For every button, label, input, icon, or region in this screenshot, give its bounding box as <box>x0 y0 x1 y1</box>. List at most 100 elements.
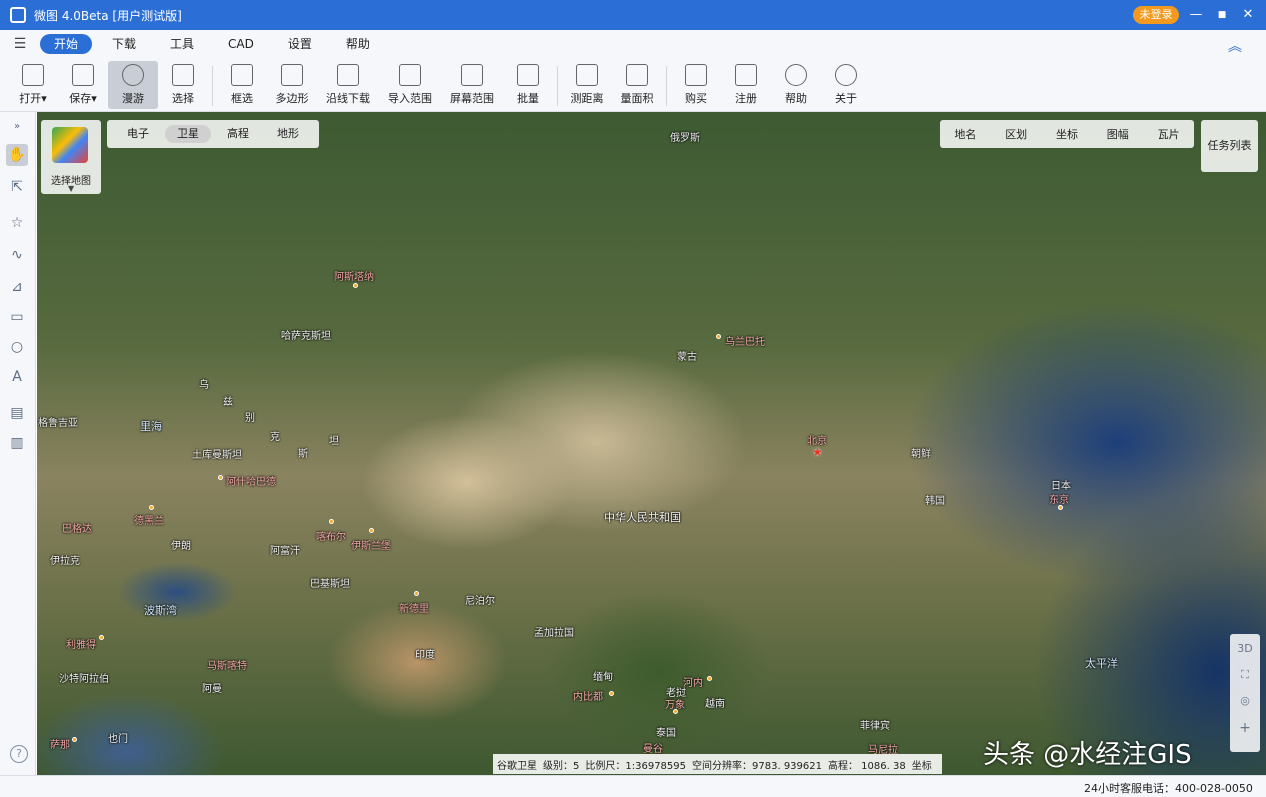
overlay-tab-boundaries[interactable]: 区划 <box>1005 126 1027 142</box>
about-button[interactable]: 关于 <box>821 61 871 109</box>
place-label: 越南 <box>705 699 725 710</box>
overlay-tab-coordinates[interactable]: 坐标 <box>1056 126 1078 142</box>
layer-tab-satellite[interactable]: 卫星 <box>165 125 211 143</box>
circle-draw-icon[interactable]: ○ <box>6 336 28 358</box>
map-type-selector[interactable]: 选择地图 ▼ <box>41 120 101 194</box>
city-dot <box>99 635 104 640</box>
city-dot <box>1058 505 1063 510</box>
cursor-icon[interactable]: ⇱ <box>6 176 28 198</box>
toolbar-separator <box>666 66 667 106</box>
locate-icon[interactable]: ◎ <box>1230 694 1260 707</box>
left-toolbar: » ✋ ⇱ ☆ ∿ ⊿ ▭ ○ A ▤ ▥ <box>0 112 36 775</box>
menu-bar: ☰ 开始 下载 工具 CAD 设置 帮助 <box>0 30 1266 58</box>
layer-tabs: 电子 卫星 高程 地形 <box>107 120 319 148</box>
rectangle-draw-icon[interactable]: ▭ <box>6 306 28 328</box>
save-button[interactable]: 保存▾ <box>58 61 108 109</box>
place-label: 蒙古 <box>677 352 697 363</box>
hand-icon[interactable]: ✋ <box>6 144 28 166</box>
zoom-in-button[interactable]: + <box>1230 720 1260 736</box>
menu-cad[interactable]: CAD <box>214 34 268 54</box>
register-button[interactable]: 注册 <box>721 61 771 109</box>
measure-area-button[interactable]: 量面积 <box>612 61 662 109</box>
status-scale: 比例尺：1:36978595 <box>585 760 687 772</box>
toolbar-separator <box>557 66 558 106</box>
place-label: 巴格达 <box>62 524 92 535</box>
folder-icon <box>22 64 44 86</box>
place-label: 利雅得 <box>66 640 96 651</box>
menu-settings[interactable]: 设置 <box>274 34 326 54</box>
maximize-button[interactable]: ■ <box>1212 5 1232 25</box>
close-button[interactable]: ✕ <box>1238 5 1258 25</box>
pan-button[interactable]: 漫游 <box>108 61 158 109</box>
place-label: 哈萨克斯坦 <box>281 331 331 342</box>
status-coordinate: 坐标 <box>911 760 932 772</box>
title-bar: 微图 4.0Beta [用户测试版] 未登录 — ■ ✕ <box>0 0 1266 30</box>
area-draw-icon[interactable]: ⊿ <box>6 276 28 298</box>
ruler-icon <box>576 64 598 86</box>
line-download-button[interactable]: 沿线下载 <box>317 61 379 109</box>
city-dot <box>329 519 334 524</box>
measure-distance-button[interactable]: 测距离 <box>562 61 612 109</box>
hamburger-menu-icon[interactable]: ☰ <box>0 36 40 52</box>
text-draw-icon[interactable]: A <box>6 366 28 388</box>
login-button[interactable]: 未登录 <box>1133 6 1179 24</box>
toolbar: 打开▾ 保存▾ 漫游 选择 框选 多边形 沿线下载 导入范围 屏幕范围 批量 测… <box>0 58 1266 112</box>
menu-tools[interactable]: 工具 <box>156 34 208 54</box>
place-label: 朝鲜 <box>911 449 931 460</box>
layer-tab-electronic[interactable]: 电子 <box>115 125 161 143</box>
buy-button[interactable]: 购买 <box>671 61 721 109</box>
overlay-tab-sheets[interactable]: 图幅 <box>1107 126 1129 142</box>
place-label: 也门 <box>108 734 128 745</box>
collapse-ribbon-icon[interactable]: ︽ <box>1228 36 1242 56</box>
map-view[interactable]: 选择地图 ▼ 电子 卫星 高程 地形 地名 区划 坐标 图幅 瓦片 任务列表 俄… <box>37 112 1266 775</box>
menu-start[interactable]: 开始 <box>40 34 93 54</box>
batch-button[interactable]: 批量 <box>503 61 553 109</box>
menu-help[interactable]: 帮助 <box>332 34 384 54</box>
import-range-button[interactable]: 导入范围 <box>379 61 441 109</box>
layer-tab-elevation[interactable]: 高程 <box>215 125 261 143</box>
place-label: 内比都 <box>573 692 603 703</box>
help-button[interactable]: 帮助 <box>771 61 821 109</box>
place-label: 尼泊尔 <box>465 596 495 607</box>
city-dot <box>218 475 223 480</box>
menu-download[interactable]: 下载 <box>98 34 150 54</box>
place-label: 萨那 <box>50 740 70 751</box>
task-list-button[interactable]: 任务列表 <box>1201 120 1258 172</box>
3d-toggle-button[interactable]: 3D <box>1230 642 1260 655</box>
layer-tab-terrain[interactable]: 地形 <box>265 125 311 143</box>
place-label: 沙特阿拉伯 <box>59 674 109 685</box>
place-label: 乌兰巴托 <box>725 337 765 348</box>
city-dot <box>369 528 374 533</box>
city-dot <box>149 505 154 510</box>
place-label: 坦 <box>329 436 339 447</box>
question-icon <box>785 64 807 86</box>
overlay-tab-placenames[interactable]: 地名 <box>954 126 976 142</box>
full-extent-icon[interactable]: ⛶ <box>1230 668 1260 682</box>
place-label: 伊朗 <box>171 541 191 552</box>
polyline-draw-icon[interactable]: ∿ <box>6 244 28 266</box>
polygon-icon <box>281 64 303 86</box>
minimize-button[interactable]: — <box>1186 5 1206 25</box>
area-measure-icon[interactable]: ▥ <box>6 432 28 454</box>
select-button[interactable]: 选择 <box>158 61 208 109</box>
polygon-draw-icon[interactable]: ☆ <box>6 212 28 234</box>
expand-icon[interactable]: » <box>6 116 28 138</box>
city-dot <box>716 334 721 339</box>
line-download-icon <box>337 64 359 86</box>
place-label: 里海 <box>140 420 162 433</box>
overlay-tab-tiles[interactable]: 瓦片 <box>1158 126 1180 142</box>
polygon-button[interactable]: 多边形 <box>267 61 317 109</box>
status-elevation: 高程： 1086. 38 <box>828 760 906 772</box>
place-label: 德黑兰 <box>134 516 164 527</box>
info-icon <box>835 64 857 86</box>
map-status-bar: 谷歌卫星 级别：5 比例尺：1:36978595 空间分辨率：9783. 939… <box>493 754 942 774</box>
open-button[interactable]: 打开▾ <box>8 61 58 109</box>
batch-icon <box>517 64 539 86</box>
ruler-icon[interactable]: ▤ <box>6 402 28 424</box>
lock-icon <box>735 64 757 86</box>
app-logo-icon <box>10 7 26 23</box>
screen-range-button[interactable]: 屏幕范围 <box>441 61 503 109</box>
place-label: 伊拉克 <box>50 556 80 567</box>
help-icon[interactable]: ? <box>10 745 28 763</box>
box-select-button[interactable]: 框选 <box>217 61 267 109</box>
